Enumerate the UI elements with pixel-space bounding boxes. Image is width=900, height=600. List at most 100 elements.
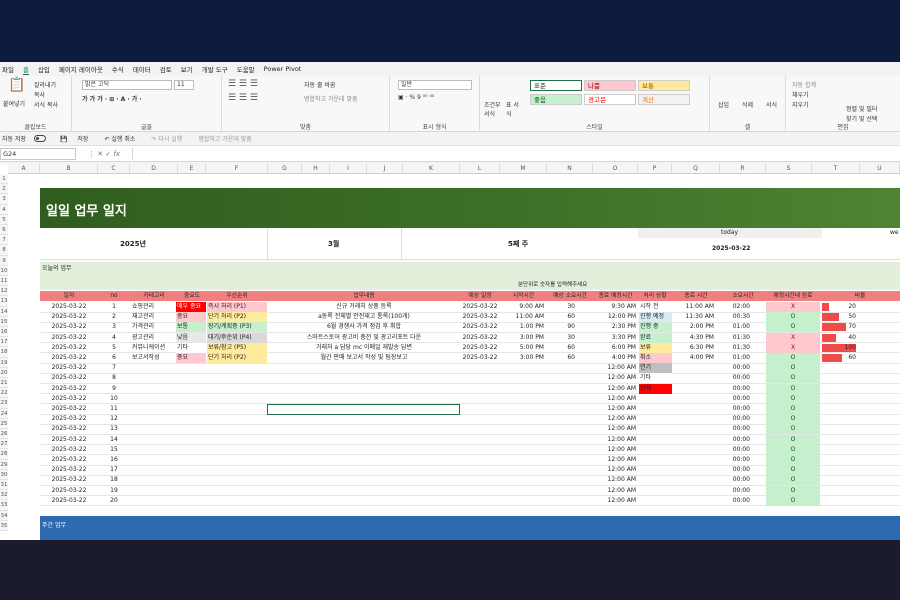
duration-cell[interactable]: 60 — [547, 343, 575, 353]
column-header[interactable]: R — [720, 164, 766, 174]
row-header[interactable]: 11 — [0, 276, 8, 287]
menu-item[interactable]: 삽입 — [38, 64, 50, 74]
plan-date-cell[interactable]: 2025-03-22 — [460, 343, 500, 353]
elapsed-cell[interactable]: 01:00 — [720, 322, 750, 332]
row-header[interactable]: 24 — [0, 408, 8, 419]
finish-time-cell[interactable]: 2:00 PM — [672, 322, 714, 332]
row-header[interactable]: 29 — [0, 459, 8, 470]
row-header[interactable]: 12 — [0, 286, 8, 297]
font-size-select[interactable]: 11 — [174, 80, 194, 90]
menu-item[interactable]: 홈 — [22, 64, 29, 75]
start-time-cell[interactable]: 11:00 AM — [500, 312, 544, 322]
table-header-cell[interactable]: 예상 소요시간 — [547, 291, 593, 301]
status-cell[interactable]: 보류 — [639, 342, 672, 353]
autosum-button[interactable]: 자동 합계 — [792, 80, 816, 89]
finish-time-cell[interactable]: 11:00 AM — [672, 302, 714, 312]
column-header[interactable]: O — [593, 164, 638, 174]
menu-item[interactable]: 파일 — [2, 64, 14, 74]
row-header[interactable]: 25 — [0, 418, 8, 429]
end-plan-cell[interactable]: 12:00 AM — [593, 445, 636, 455]
end-plan-cell[interactable]: 12:00 AM — [593, 435, 636, 445]
row-header[interactable]: 19 — [0, 357, 8, 368]
row-header[interactable]: 13 — [0, 296, 8, 307]
date-cell[interactable]: 2025-03-22 — [40, 445, 98, 455]
row-header[interactable]: 3 — [0, 194, 8, 205]
no-cell[interactable]: 11 — [98, 404, 130, 414]
column-header[interactable]: T — [812, 164, 860, 174]
on-time-cell[interactable]: O — [766, 455, 820, 465]
end-plan-cell[interactable]: 12:00 AM — [593, 404, 636, 414]
on-time-cell[interactable]: X — [766, 342, 820, 353]
date-cell[interactable]: 2025-03-22 — [40, 312, 98, 322]
column-header[interactable]: S — [766, 164, 812, 174]
cut-button[interactable]: 잘라내기 — [34, 80, 56, 89]
elapsed-cell[interactable]: 00:00 — [720, 363, 750, 373]
fill-button[interactable]: 채우기 — [792, 90, 809, 99]
on-time-cell[interactable]: X — [766, 302, 820, 312]
menu-item[interactable]: 수식 — [112, 64, 124, 74]
end-plan-cell[interactable]: 4:00 PM — [593, 353, 636, 363]
end-plan-cell[interactable]: 2:30 PM — [593, 322, 636, 332]
no-cell[interactable]: 5 — [98, 343, 130, 353]
end-plan-cell[interactable]: 12:00 AM — [593, 373, 636, 383]
elapsed-cell[interactable]: 00:00 — [720, 445, 750, 455]
finish-time-cell[interactable]: 4:00 PM — [672, 353, 714, 363]
date-cell[interactable]: 2025-03-22 — [40, 404, 98, 414]
category-cell[interactable]: 쇼핑관리 — [132, 302, 176, 312]
end-plan-cell[interactable]: 12:00 PM — [593, 312, 636, 322]
on-time-cell[interactable]: O — [766, 485, 820, 496]
elapsed-cell[interactable]: 00:00 — [720, 404, 750, 414]
duration-cell[interactable]: 30 — [547, 333, 575, 343]
table-format-button[interactable]: 표 서식 — [506, 100, 524, 118]
fx-icon[interactable]: ⋮ ✕ ✓ fx — [76, 150, 132, 158]
worksheet[interactable]: A B C D E F G H I J K L M N O P Q R S T U 1 2 3 4 5 6 7 8 9 10 11 12 13 14… — [0, 164, 900, 540]
duration-cell[interactable]: 60 — [547, 312, 575, 322]
priority-cell[interactable]: 보류/참고 (P5) — [207, 342, 267, 353]
table-header-cell[interactable]: 처리 상황 — [638, 291, 672, 301]
row-header[interactable]: 14 — [0, 306, 8, 317]
no-cell[interactable]: 13 — [98, 424, 130, 434]
percent-button[interactable]: ▣ · % 9 ⁰⁰ ⁰⁰ — [398, 94, 434, 101]
importance-cell[interactable]: 보통 — [176, 322, 206, 333]
align-left-icon[interactable]: ☰ ☰ ☰ — [228, 93, 258, 103]
row-header[interactable]: 31 — [0, 480, 8, 491]
column-header[interactable]: U — [860, 164, 900, 174]
elapsed-cell[interactable]: 00:00 — [720, 435, 750, 445]
status-cell[interactable]: 기타 — [639, 373, 672, 384]
row-header[interactable]: 20 — [0, 367, 8, 378]
end-plan-cell[interactable]: 12:00 AM — [593, 384, 636, 394]
duration-cell[interactable]: 90 — [547, 322, 575, 332]
on-time-cell[interactable]: O — [766, 404, 820, 414]
elapsed-cell[interactable]: 00:00 — [720, 455, 750, 465]
end-plan-cell[interactable]: 9:30 AM — [593, 302, 636, 312]
date-cell[interactable]: 2025-03-22 — [40, 394, 98, 404]
elapsed-cell[interactable]: 01:30 — [720, 333, 750, 343]
date-cell[interactable]: 2025-03-22 — [40, 302, 98, 312]
column-header[interactable]: Q — [672, 164, 720, 174]
autosave-toggle[interactable] — [34, 135, 46, 142]
on-time-cell[interactable]: O — [766, 475, 820, 486]
elapsed-cell[interactable]: 00:00 — [720, 384, 750, 394]
row-header[interactable]: 33 — [0, 500, 8, 511]
on-time-cell[interactable]: O — [766, 495, 820, 506]
paste-button[interactable]: 붙여넣기 — [3, 99, 25, 108]
on-time-cell[interactable]: O — [766, 383, 820, 394]
number-format-select[interactable]: 일반 — [398, 80, 472, 90]
save-button[interactable]: 💾 저장 — [60, 134, 96, 143]
table-header-cell[interactable]: 종료 예정시간 — [593, 291, 638, 301]
no-cell[interactable]: 4 — [98, 333, 130, 343]
no-cell[interactable]: 3 — [98, 322, 130, 332]
column-header[interactable]: L — [460, 164, 500, 174]
plan-date-cell[interactable]: 2025-03-22 — [460, 333, 500, 343]
on-time-cell[interactable]: O — [766, 465, 820, 476]
no-cell[interactable]: 17 — [98, 465, 130, 475]
menu-item[interactable]: 데이터 — [133, 64, 151, 74]
menu-item[interactable]: 보기 — [181, 64, 193, 74]
name-box[interactable]: G24 — [0, 147, 76, 160]
row-header[interactable]: 8 — [0, 245, 8, 256]
start-time-cell[interactable]: 1:00 PM — [500, 322, 544, 332]
row-header[interactable]: 26 — [0, 429, 8, 440]
date-cell[interactable]: 2025-03-22 — [40, 486, 98, 496]
no-cell[interactable]: 9 — [98, 384, 130, 394]
date-cell[interactable]: 2025-03-22 — [40, 435, 98, 445]
